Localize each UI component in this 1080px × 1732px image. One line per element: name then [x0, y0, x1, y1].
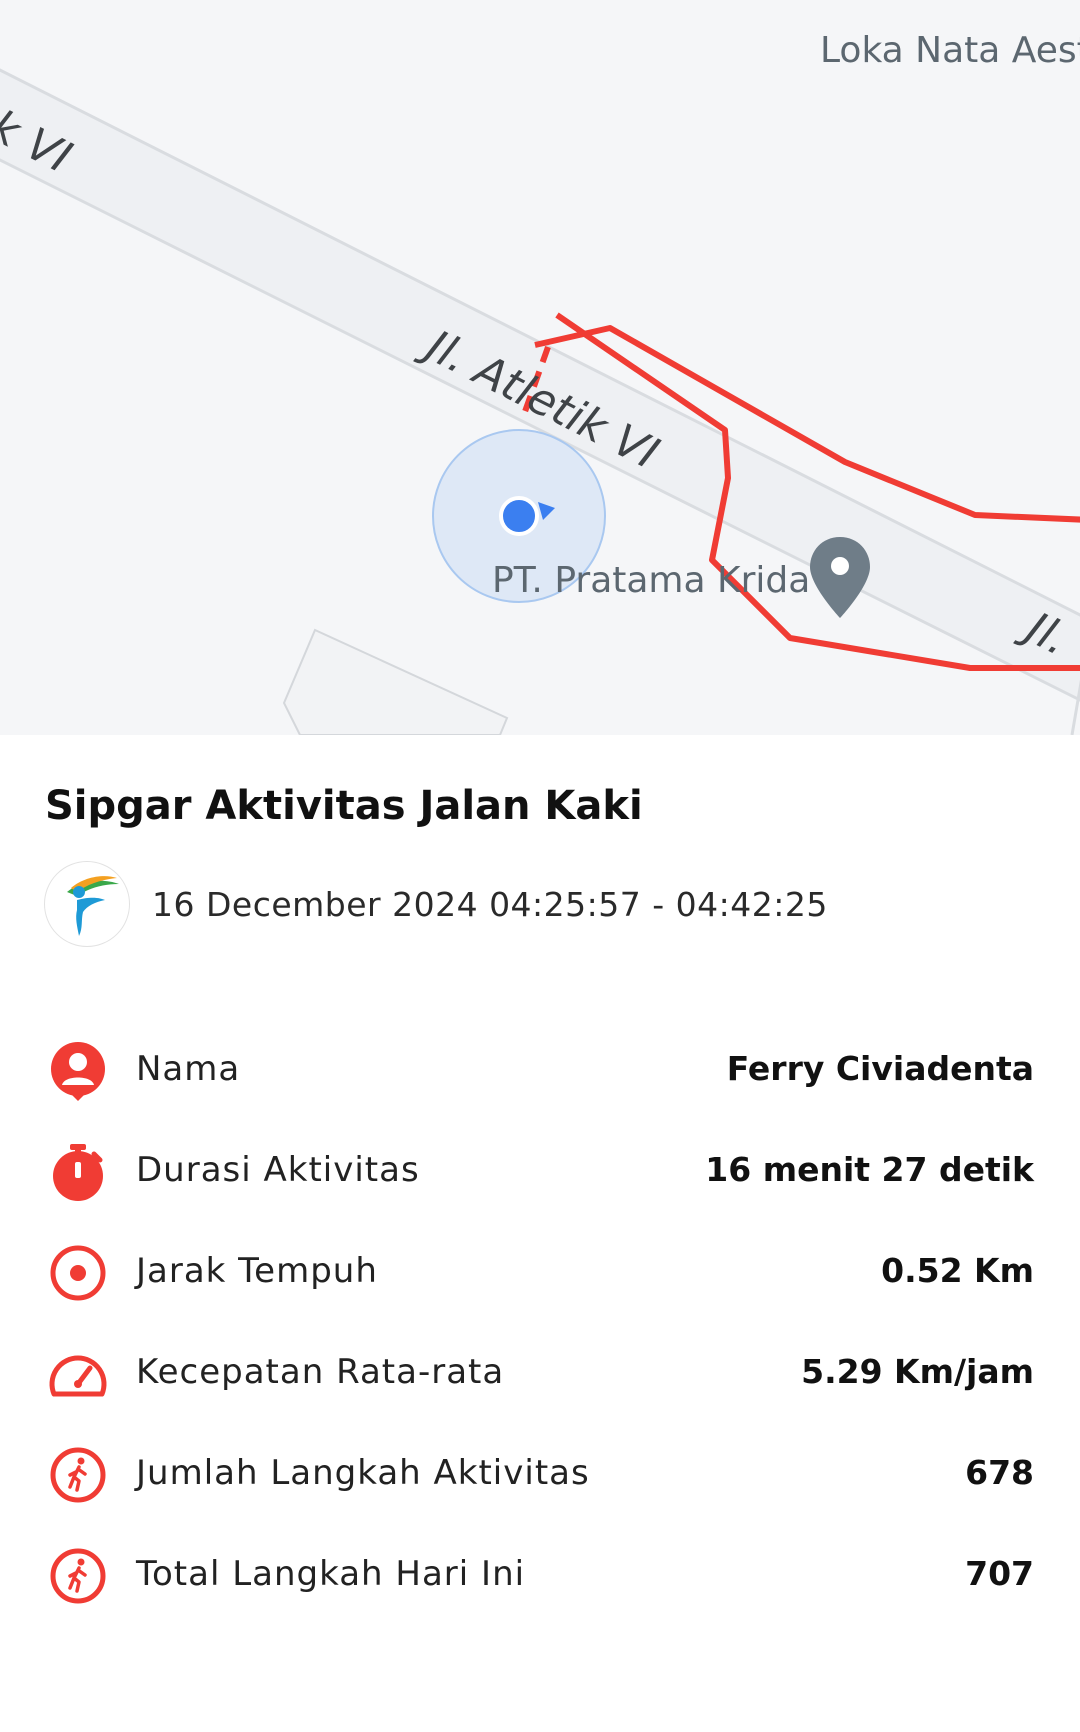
stat-label: Jarak Tempuh: [136, 1251, 378, 1291]
route-map[interactable]: k VI Jl. Atletik VI Jl. Loka Nata Aest P…: [0, 0, 1080, 735]
stopwatch-icon: [53, 1144, 103, 1201]
current-location-dot: [499, 496, 539, 536]
stat-label: Durasi Aktivitas: [136, 1150, 420, 1190]
activity-info-panel: Sipgar Aktivitas Jalan Kaki 16 December …: [0, 735, 1080, 1732]
stat-label: Total Langkah Hari Ini: [136, 1554, 526, 1594]
stat-value: 678: [965, 1453, 1034, 1492]
building-block: [282, 628, 509, 735]
map-canvas: [0, 68, 1080, 735]
stat-row-duration: Durasi Aktivitas 16 menit 27 detik: [0, 1136, 1080, 1206]
stat-value: 5.29 Km/jam: [801, 1352, 1034, 1391]
stat-value: 707: [965, 1554, 1034, 1593]
stat-label: Nama: [136, 1049, 241, 1089]
map-pin-icon[interactable]: [810, 537, 870, 618]
stat-row-total-steps: Total Langkah Hari Ini 707: [0, 1540, 1080, 1610]
stat-row-speed: Kecepatan Rata-rata 5.29 Km/jam: [0, 1338, 1080, 1408]
stat-value: Ferry Civiadenta: [726, 1049, 1034, 1088]
speedometer-icon: [49, 1355, 107, 1397]
stat-label: Kecepatan Rata-rata: [136, 1352, 505, 1392]
walking-icon: [50, 1447, 106, 1503]
stat-row-name: Nama Ferry Civiadenta: [0, 1035, 1080, 1105]
activity-title: Sipgar Aktivitas Jalan Kaki: [45, 783, 643, 829]
stat-value: 16 menit 27 detik: [705, 1150, 1034, 1189]
place-label-poi[interactable]: PT. Pratama Krida: [492, 560, 810, 601]
stat-value: 0.52 Km: [881, 1251, 1034, 1290]
walking-icon: [50, 1548, 106, 1604]
target-icon: [50, 1245, 106, 1301]
stat-label: Jumlah Langkah Aktivitas: [136, 1453, 590, 1493]
activity-datetime: 16 December 2024 04:25:57 - 04:42:25: [152, 885, 828, 924]
user-pin-icon: [51, 1042, 105, 1101]
place-label-top: Loka Nata Aest: [820, 30, 1080, 71]
app-logo: [44, 861, 130, 947]
stat-row-activity-steps: Jumlah Langkah Aktivitas 678: [0, 1439, 1080, 1509]
stat-row-distance: Jarak Tempuh 0.52 Km: [0, 1237, 1080, 1307]
